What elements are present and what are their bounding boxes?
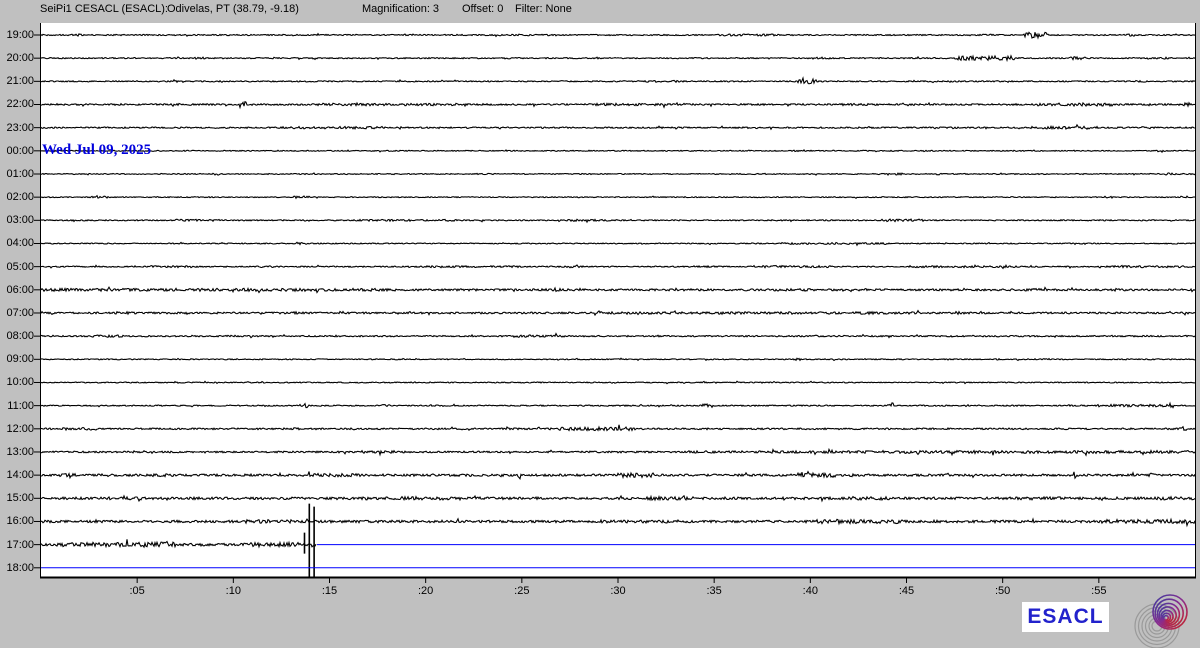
hour-label: 04:00 xyxy=(0,237,34,249)
hour-label: 11:00 xyxy=(0,400,34,412)
hour-label: 22:00 xyxy=(0,98,34,110)
hour-label: 06:00 xyxy=(0,284,34,296)
minute-label: :40 xyxy=(790,585,830,597)
hour-label: 01:00 xyxy=(0,168,34,180)
minute-label: :10 xyxy=(213,585,253,597)
hour-label: 18:00 xyxy=(0,562,34,574)
hour-label: 07:00 xyxy=(0,307,34,319)
hour-label: 16:00 xyxy=(0,515,34,527)
hour-label: 15:00 xyxy=(0,492,34,504)
minute-label: :50 xyxy=(983,585,1023,597)
helicorder-plot xyxy=(0,0,1200,648)
hour-label: 23:00 xyxy=(0,122,34,134)
hour-label: 12:00 xyxy=(0,423,34,435)
hour-label: 09:00 xyxy=(0,353,34,365)
minute-label: :15 xyxy=(310,585,350,597)
hour-label: 10:00 xyxy=(0,376,34,388)
helicorder-app: SeiPi1 CESACL (ESACL): Odivelas, PT (38.… xyxy=(0,0,1200,648)
minute-label: :20 xyxy=(406,585,446,597)
minute-label: :55 xyxy=(1079,585,1119,597)
hour-label: 17:00 xyxy=(0,539,34,551)
esacl-logo-text: ESACL xyxy=(1027,605,1103,629)
hour-label: 05:00 xyxy=(0,261,34,273)
hour-label: 21:00 xyxy=(0,75,34,87)
minute-label: :30 xyxy=(598,585,638,597)
hour-label: 19:00 xyxy=(0,29,34,41)
hour-label: 02:00 xyxy=(0,191,34,203)
minute-label: :05 xyxy=(117,585,157,597)
hour-label: 14:00 xyxy=(0,469,34,481)
hour-label: 20:00 xyxy=(0,52,34,64)
esacl-logo-box: ESACL xyxy=(1022,602,1109,632)
minute-label: :25 xyxy=(502,585,542,597)
hour-label: 08:00 xyxy=(0,330,34,342)
hour-label: 13:00 xyxy=(0,446,34,458)
hour-label: 03:00 xyxy=(0,214,34,226)
hour-label: 00:00 xyxy=(0,145,34,157)
date-label: Wed Jul 09, 2025 xyxy=(42,142,151,159)
minute-label: :35 xyxy=(694,585,734,597)
minute-label: :45 xyxy=(887,585,927,597)
seismic-spiral-icon xyxy=(1125,592,1200,648)
